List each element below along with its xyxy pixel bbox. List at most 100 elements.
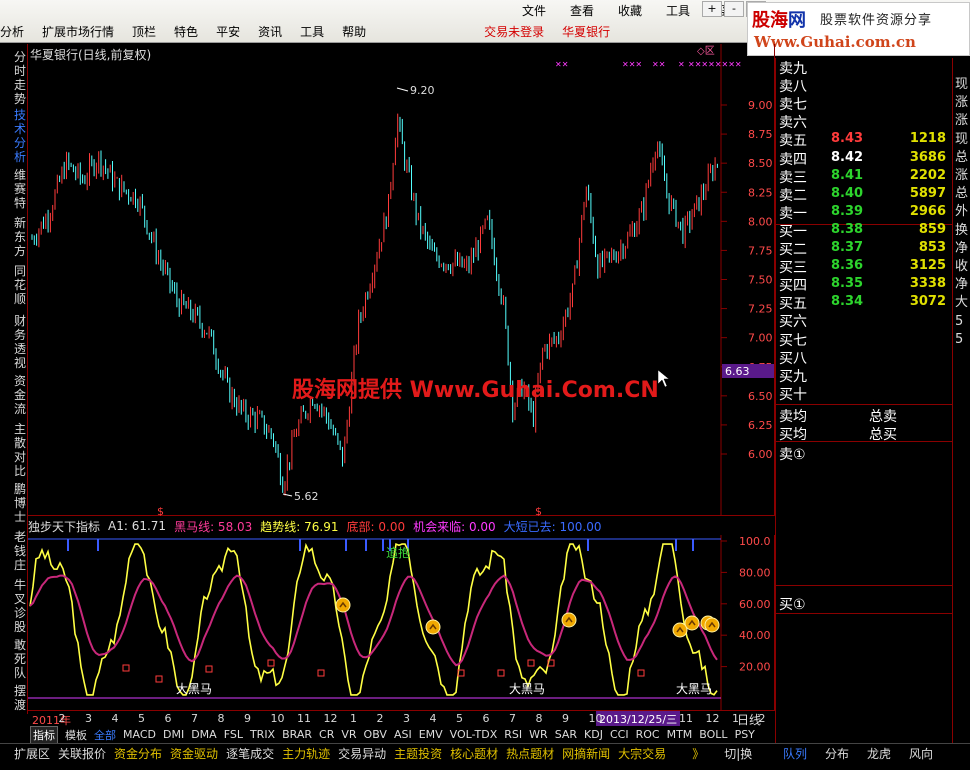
buy-row[interactable]: 买三 8.36 3125 [779,257,951,276]
tab-distribution[interactable]: 分布 [825,745,849,762]
tab-capital-flow[interactable]: 资金流 [12,374,28,416]
menu-view[interactable]: 查看 [570,2,594,19]
zoom-out-button[interactable]: - [724,1,744,17]
tab-wind[interactable]: 风向 [909,745,933,762]
price-tick-label: 7.00 [748,332,773,345]
menu-pingan[interactable]: 平安 [216,23,240,40]
tab-finance[interactable]: 财务透视 [12,314,28,370]
indicator-tab[interactable]: KDJ [584,728,603,741]
menu-tools[interactable]: 工具 [666,2,690,19]
indicator-tab[interactable]: SAR [555,728,577,741]
kline-chart[interactable]: 华夏银行(日线,前复权) 9.00 8.75 8.50 8.25 8.00 7.75 7.5… [28,44,775,516]
tab-tonghuashun[interactable]: 同花顺 [12,264,28,306]
bottom-tab[interactable]: 主题投资 [394,745,442,762]
tab-technical[interactable]: 技术分析 [12,108,28,164]
bottom-tab[interactable]: 资金驱动 [170,745,218,762]
buy-row[interactable]: 买七 [779,330,951,349]
sell-row[interactable]: 卖五 8.43 1218 [779,130,951,149]
indicator-name[interactable]: 独步天下指标 [28,518,100,535]
buy-row[interactable]: 买二 8.37 853 [779,239,951,258]
sell-row[interactable]: 卖七 [779,94,951,113]
tab-pengboshi[interactable]: 鹏博士 [12,482,28,524]
bottom-tab[interactable]: 核心题材 [450,745,498,762]
menu-topbar[interactable]: 顶栏 [132,23,156,40]
indicator-tab[interactable]: DMI [163,728,184,741]
bottom-tab[interactable]: 热点题材 [506,745,554,762]
indicator-chart[interactable]: 100.0 80.00 60.00 40.00 20.00 大黑马 大黑马 大黑马 追抱 [28,535,775,710]
sell-row[interactable]: 卖一 8.39 2966 [779,203,951,222]
buy-row[interactable]: 买六 [779,311,951,330]
indicator-tab[interactable]: 指标 [30,725,58,744]
indicator-tab[interactable]: PSY [735,728,755,741]
tab-gansidui[interactable]: 敢死队 [12,638,28,680]
sell-row[interactable]: 卖八 [779,76,951,96]
bottom-tab[interactable]: 逐笔成交 [226,745,274,762]
indicator-tab[interactable]: WR [529,728,548,741]
menu-file[interactable]: 文件 [522,2,546,19]
indicator-tab[interactable]: RSI [504,728,522,741]
sell-row[interactable]: 卖三 8.41 2202 [779,167,951,186]
buy-row[interactable]: 买五 8.34 3072 [779,293,951,312]
tab-baidu[interactable]: 摆渡 [12,684,28,712]
menu-favorites[interactable]: 收藏 [618,2,642,19]
buy-row[interactable]: 买九 [779,366,951,385]
indicator-tab[interactable]: OBV [364,728,387,741]
time-tick: 7 [191,712,198,725]
menu-analysis[interactable]: 分析 [0,23,24,40]
bottom-tab[interactable]: 扩展区 [14,745,50,762]
zoom-in-button[interactable]: + [702,1,722,17]
indicator-tab[interactable]: CR [319,728,334,741]
indicator-tab[interactable]: ASI [394,728,412,741]
bottom-tab[interactable]: 大宗交易 [618,745,666,762]
bottom-tab[interactable]: 切|换 [724,745,752,762]
indicator-tab[interactable]: TRIX [250,728,275,741]
menu-help2[interactable]: 帮助 [342,23,366,40]
indicator-tab[interactable]: 全部 [94,727,116,743]
buy-row[interactable]: 买一 8.38 859 [779,221,951,240]
menu-tools2[interactable]: 工具 [300,23,324,40]
buy-row[interactable]: 买四 8.35 3338 [779,275,951,294]
menu-features[interactable]: 特色 [174,23,198,40]
buy-row[interactable]: 买十 [779,384,951,403]
bottom-tab[interactable]: 》 [692,745,704,762]
order-level-label: 卖八 [779,79,807,96]
bottom-tab[interactable]: 网摘新闻 [562,745,610,762]
indicator-tab[interactable]: ROC [636,728,660,741]
indicator-tab[interactable]: VR [341,728,356,741]
sell-row[interactable]: 卖六 [779,112,951,131]
tab-laoqianzhuang[interactable]: 老钱庄 [12,530,28,572]
buy-row[interactable]: 买八 [779,348,951,367]
low-label: 5.62 [294,490,319,503]
tab-queue[interactable]: 队列 [783,745,807,762]
sell-queue-row[interactable]: 卖① [779,444,951,463]
indicator-tab[interactable]: VOL-TDX [450,728,498,741]
indicator-tab[interactable]: DMA [191,728,217,741]
indicator-tab[interactable]: MACD [123,728,156,741]
bottom-tab[interactable]: 主力轨迹 [282,745,330,762]
sell-row[interactable]: 卖九 [779,58,951,77]
indicator-tab[interactable]: MTM [667,728,693,741]
bottom-tab[interactable]: 交易异动 [338,745,386,762]
indicator-tab[interactable]: FSL [224,728,243,741]
indicator-tab[interactable]: CCI [610,728,629,741]
indicator-tab[interactable]: BRAR [282,728,312,741]
tab-weisaite[interactable]: 维赛特 [12,168,28,210]
indicator-tab[interactable]: EMV [419,728,443,741]
tab-diagnosis[interactable]: 牛叉诊股 [12,578,28,634]
bottom-tab[interactable]: 关联报价 [58,745,106,762]
order-price: 8.42 [831,149,864,165]
menu-news[interactable]: 资讯 [258,23,282,40]
tab-timeline[interactable]: 分时走势 [12,50,28,106]
tab-dragon-tiger[interactable]: 龙虎 [867,745,891,762]
menu-extended-market[interactable]: 扩展市场行情 [42,23,114,40]
sell-row[interactable]: 卖四 8.42 3686 [779,149,951,168]
login-status[interactable]: 交易未登录 [484,23,544,40]
indicator-tick-label: 60.00 [739,598,771,611]
bottom-tab[interactable]: 资金分布 [114,745,162,762]
tab-xindongfang[interactable]: 新东方 [12,216,28,258]
indicator-tab[interactable]: 模板 [65,727,87,743]
buy-queue-row[interactable]: 买① [779,594,951,613]
indicator-tab[interactable]: BOLL [699,728,727,741]
sell-row[interactable]: 卖二 8.40 5897 [779,185,951,204]
tab-main-retail[interactable]: 主散对比 [12,422,28,478]
